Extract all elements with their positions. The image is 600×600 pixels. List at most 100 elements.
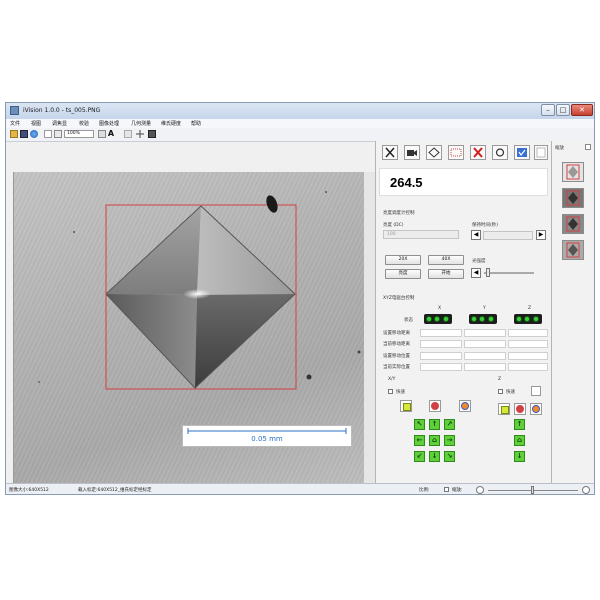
menu-calibrate[interactable]: 校验 (79, 120, 89, 127)
xyz-section-title: XYZ电驱台控制 (383, 296, 415, 301)
scale-bar: 0.05 mm (182, 425, 352, 447)
zoom-slider-thumb[interactable] (531, 486, 534, 494)
minimize-button[interactable]: – (541, 104, 555, 116)
status-row-label: 状态 (404, 318, 413, 323)
menu-hardness[interactable]: 维氏硬度 (161, 120, 181, 127)
menu-view[interactable]: 视图 (31, 120, 41, 127)
set-distance-y[interactable] (464, 329, 506, 337)
zoom-icon[interactable] (54, 130, 62, 138)
open-folder-icon[interactable] (10, 130, 18, 138)
maximize-button[interactable]: □ (556, 104, 570, 116)
thumbnail-1[interactable] (562, 162, 584, 182)
move-right-arrow-icon[interactable]: → (444, 435, 455, 446)
z-reset-button[interactable] (514, 403, 526, 415)
set-position-label: 设置移动位置 (383, 354, 410, 359)
xy-stop-button[interactable] (400, 400, 412, 412)
set-position-y[interactable] (464, 352, 506, 360)
grid-icon[interactable] (124, 130, 132, 138)
set-distance-label: 设置移动距离 (383, 331, 410, 336)
z-config-button[interactable] (530, 403, 542, 415)
tool-button-5[interactable] (470, 145, 486, 160)
hold-time-field[interactable] (483, 231, 533, 240)
panel-close-icon[interactable] (585, 144, 591, 150)
image-view[interactable]: 0.05 mm (13, 172, 376, 483)
axis-y-label: Y (483, 306, 486, 311)
film-icon[interactable] (148, 130, 156, 138)
move-down-left-arrow-icon[interactable]: ↙ (414, 451, 425, 462)
set-distance-x[interactable] (420, 329, 462, 337)
tool-button-6[interactable] (492, 145, 508, 160)
move-up-arrow-icon[interactable]: ↑ (429, 419, 440, 430)
menu-file[interactable]: 文件 (10, 120, 20, 127)
axis-x-label: X (438, 306, 442, 311)
thumbnail-4[interactable] (562, 240, 584, 260)
tool-button-7[interactable] (514, 145, 530, 160)
toolbar: 100% A (6, 128, 594, 142)
z-fast-label: 快速 (506, 390, 515, 395)
intensity-slider-thumb[interactable] (486, 268, 490, 277)
z-group-title: Z (498, 377, 502, 382)
dark-particle (266, 195, 278, 213)
tool-button-1[interactable] (382, 145, 398, 160)
move-left-arrow-icon[interactable]: ← (414, 435, 425, 446)
brightness-field[interactable]: 100 (383, 230, 459, 239)
menu-help[interactable]: 帮助 (191, 120, 201, 127)
fit-icon[interactable] (98, 130, 106, 138)
z-home-icon[interactable]: ⌂ (514, 435, 525, 446)
zoom-in-icon[interactable] (582, 486, 590, 494)
move-down-arrow-icon[interactable]: ↓ (429, 451, 440, 462)
move-up-left-arrow-icon[interactable]: ↖ (414, 419, 425, 430)
time-decrease-button[interactable]: ◀ (471, 230, 481, 240)
mag-20x-button[interactable]: 20X (385, 255, 421, 265)
lighting-section-title: 亮度调度计控制 (383, 211, 415, 216)
z-status-lights (514, 314, 542, 324)
home-icon[interactable]: ⌂ (429, 435, 440, 446)
intensity-decrease-button[interactable]: ◀ (471, 268, 481, 278)
z-up-arrow-icon[interactable]: ↑ (514, 419, 525, 430)
x-status-lights (424, 314, 452, 324)
time-increase-button[interactable]: ▶ (536, 230, 546, 240)
speck (357, 350, 361, 354)
menu-focus[interactable]: 调焦显 (52, 120, 67, 127)
start-button[interactable]: 开始 (428, 269, 464, 279)
thumbnail-3[interactable] (562, 214, 584, 234)
scale-checkbox[interactable] (444, 487, 449, 492)
move-up-right-arrow-icon[interactable]: ↗ (444, 419, 455, 430)
move-down-right-arrow-icon[interactable]: ↘ (444, 451, 455, 462)
z-stop-button[interactable] (498, 403, 510, 415)
tool-button-3[interactable] (426, 145, 442, 160)
menu-geometry[interactable]: 几何测量 (131, 120, 151, 127)
current-distance-x (420, 340, 462, 348)
tool-button-2[interactable] (404, 145, 420, 160)
globe-icon[interactable] (30, 130, 38, 138)
z-fast-checkbox[interactable] (498, 389, 503, 394)
save-icon[interactable] (20, 130, 28, 138)
intensity-slider-track[interactable] (484, 272, 534, 274)
auto-button[interactable]: 亮度 (385, 269, 421, 279)
xy-group-title: X/Y (388, 377, 396, 382)
tool-button-4[interactable] (448, 145, 464, 160)
thumbnail-2[interactable] (562, 188, 584, 208)
z-down-arrow-icon[interactable]: ↓ (514, 451, 525, 462)
xy-config-button[interactable] (459, 400, 471, 412)
app-window: iVision 1.0.0 - ts_005.PNG – □ ✕ 文件 视图 调… (5, 102, 595, 495)
text-tool-icon[interactable]: A (107, 130, 115, 138)
xy-reset-button[interactable] (429, 400, 441, 412)
set-distance-z[interactable] (508, 329, 548, 337)
pointer-icon[interactable] (44, 130, 52, 138)
y-status-lights (469, 314, 497, 324)
zoom-out-icon[interactable] (476, 486, 484, 494)
check-icon (517, 148, 527, 157)
menu-image-processing[interactable]: 图像处理 (99, 120, 119, 127)
xy-fast-checkbox[interactable] (388, 389, 393, 394)
thumbnail-panel: 缩放 (551, 141, 594, 483)
close-button[interactable]: ✕ (571, 104, 593, 116)
set-position-x[interactable] (420, 352, 462, 360)
mag-40x-button[interactable]: 40X (428, 255, 464, 265)
zoom-select[interactable]: 100% (64, 130, 94, 138)
crosshair-icon[interactable] (136, 130, 144, 138)
tool-button-8[interactable] (534, 145, 548, 160)
z-settings-icon[interactable] (531, 386, 541, 396)
window-title: iVision 1.0.0 - ts_005.PNG (23, 107, 101, 114)
set-position-z[interactable] (508, 352, 548, 360)
